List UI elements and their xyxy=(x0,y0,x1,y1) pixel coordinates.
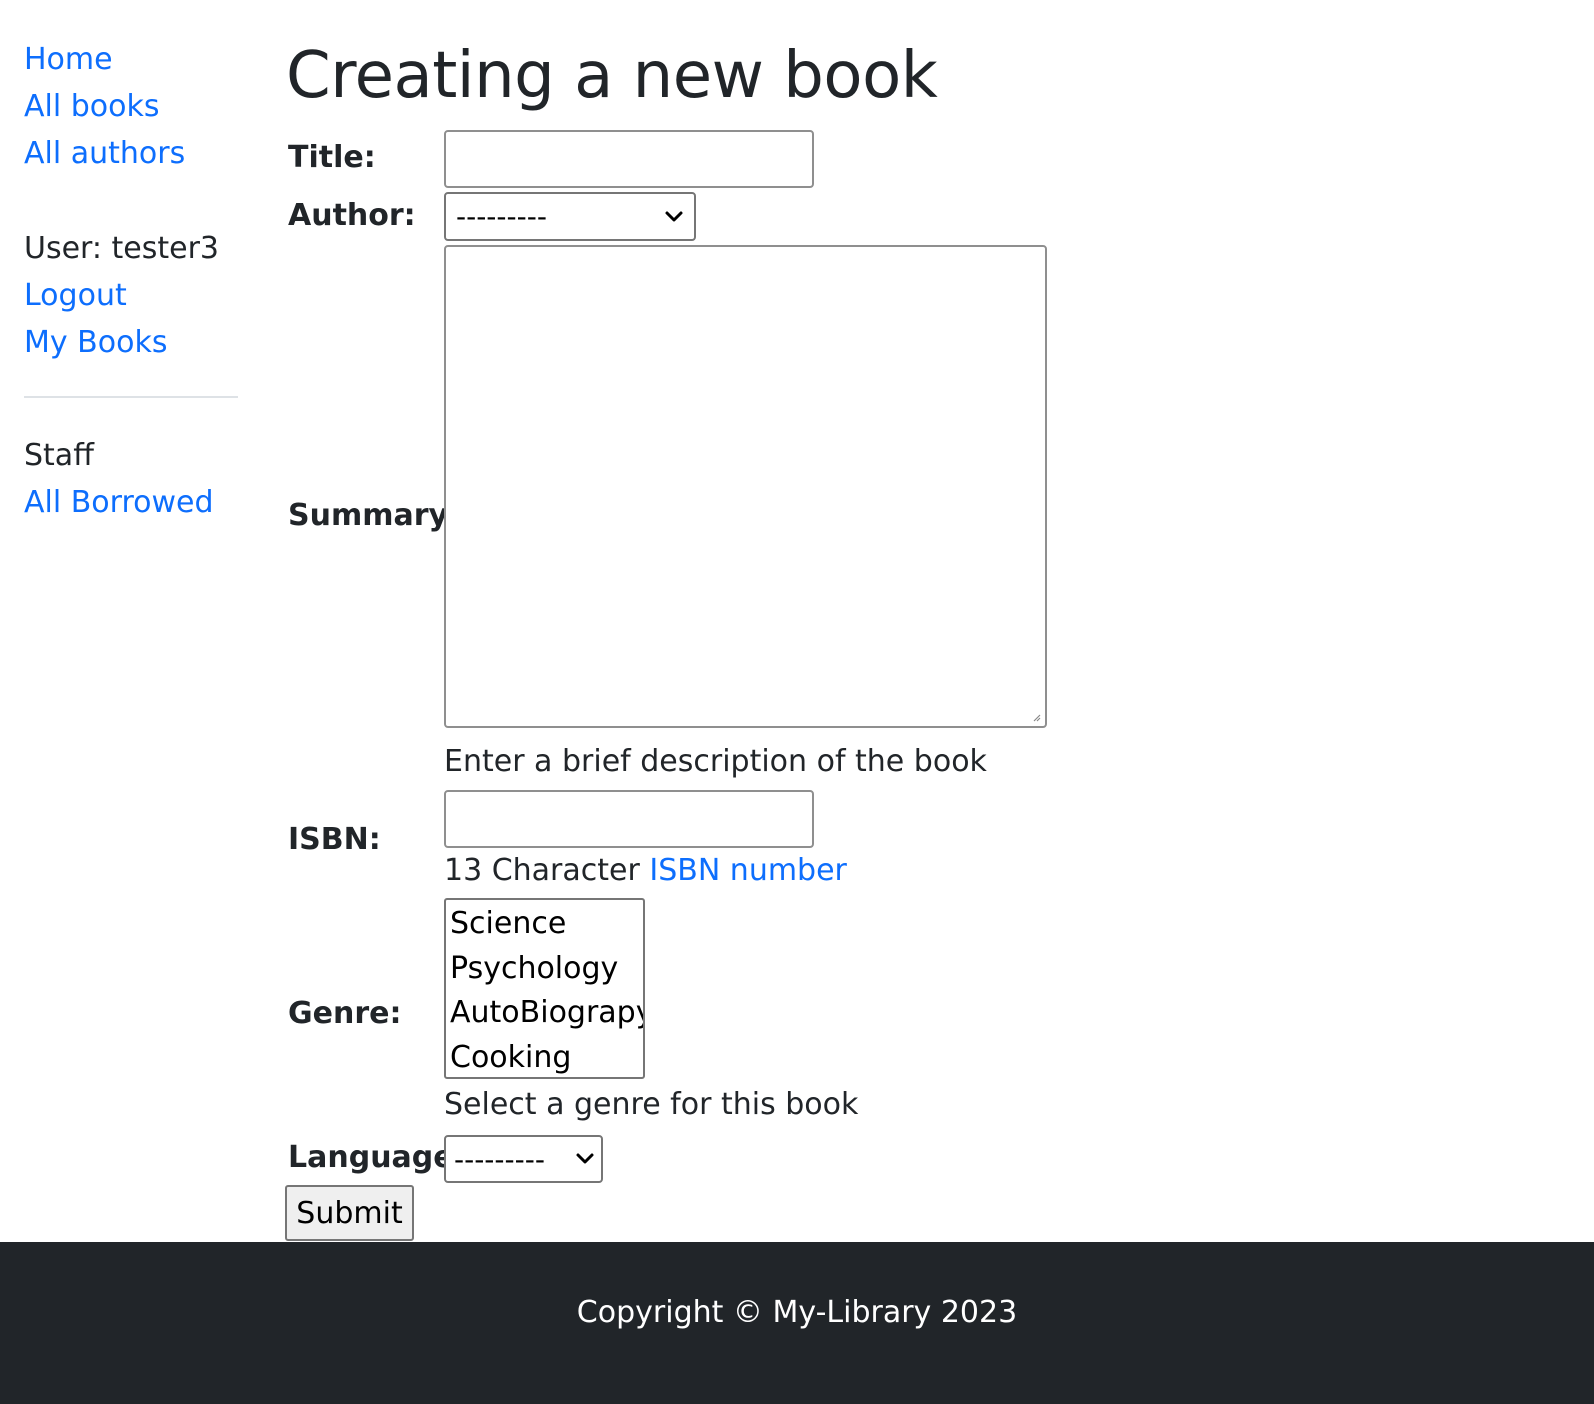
chevron-down-icon xyxy=(576,1153,594,1164)
genre-option-autobiograpy[interactable]: AutoBiograpy xyxy=(450,991,643,1036)
staff-section-label: Staff xyxy=(24,438,94,473)
title-label: Title: xyxy=(288,140,376,175)
genre-label: Genre: xyxy=(288,996,402,1031)
footer-copyright: Copyright © My-Library 2023 xyxy=(576,1294,1018,1330)
sidebar-link-all-authors[interactable]: All authors xyxy=(24,130,238,177)
title-input[interactable] xyxy=(444,130,814,188)
sidebar-divider xyxy=(24,396,238,398)
genre-option-cooking[interactable]: Cooking xyxy=(450,1036,643,1078)
isbn-number-link[interactable]: ISBN number xyxy=(649,853,847,888)
footer: Copyright © My-Library 2023 xyxy=(0,1242,1594,1404)
sidebar-link-logout[interactable]: Logout xyxy=(24,272,238,319)
submit-button[interactable]: Submit xyxy=(285,1185,414,1241)
sidebar-link-all-books[interactable]: All books xyxy=(24,83,238,130)
author-select[interactable]: --------- xyxy=(444,192,696,241)
isbn-help-prefix: 13 Character xyxy=(444,853,650,888)
sidebar: Home All books All authors User: tester3… xyxy=(24,36,238,526)
summary-label: Summary: xyxy=(288,498,461,533)
author-select-value: --------- xyxy=(456,200,547,233)
genre-option-psychology[interactable]: Psychology xyxy=(450,947,643,992)
language-select-value: --------- xyxy=(454,1142,545,1176)
summary-textarea[interactable] xyxy=(444,245,1047,728)
isbn-help-text: 13 Character ISBN number xyxy=(444,853,847,888)
sidebar-link-home[interactable]: Home xyxy=(24,36,238,83)
chevron-down-icon xyxy=(665,211,683,221)
author-label: Author: xyxy=(288,198,416,233)
genre-multiselect[interactable]: Science Psychology AutoBiograpy Cooking xyxy=(444,898,645,1079)
genre-help-text: Select a genre for this book xyxy=(444,1087,859,1122)
language-label: Language: xyxy=(288,1140,466,1175)
current-user-label: User: tester3 xyxy=(24,231,219,266)
isbn-label: ISBN: xyxy=(288,822,381,857)
page: Home All books All authors User: tester3… xyxy=(0,0,1594,1404)
sidebar-link-my-books[interactable]: My Books xyxy=(24,319,238,366)
sidebar-link-all-borrowed[interactable]: All Borrowed xyxy=(24,479,238,526)
isbn-input[interactable] xyxy=(444,790,814,848)
page-title: Creating a new book xyxy=(286,39,938,113)
resize-grip-icon[interactable] xyxy=(1033,714,1041,722)
language-select[interactable]: --------- xyxy=(444,1135,603,1183)
genre-option-science[interactable]: Science xyxy=(450,902,643,947)
summary-help-text: Enter a brief description of the book xyxy=(444,744,987,779)
